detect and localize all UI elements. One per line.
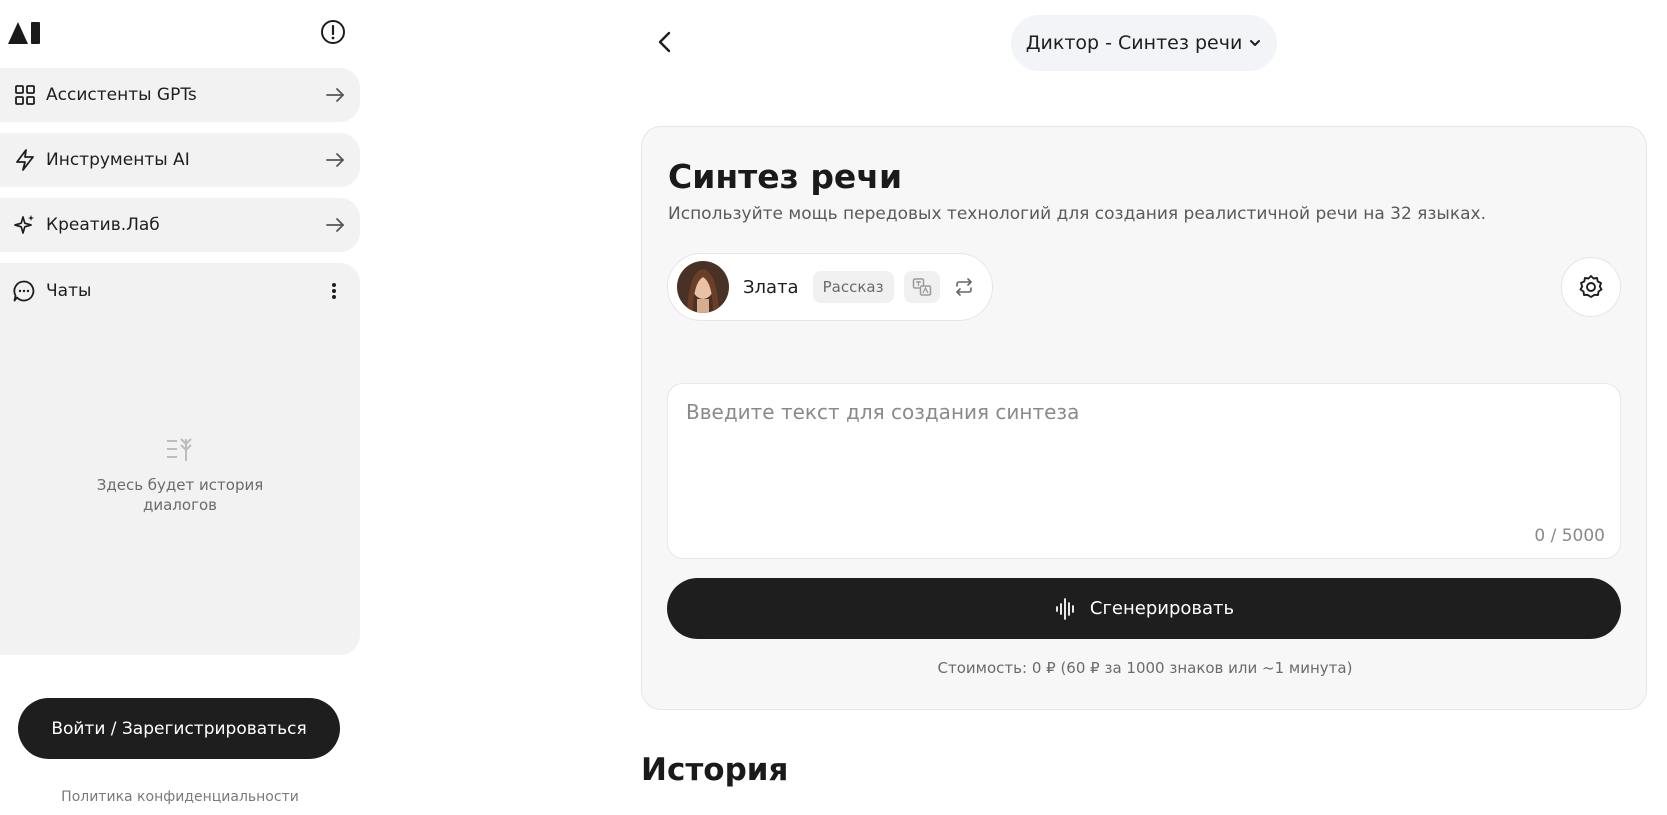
- speech-synthesis-card: Синтез речи Используйте мощь передовых т…: [641, 126, 1647, 710]
- arrow-right-icon: [326, 153, 344, 167]
- empty-history-icon: [167, 438, 192, 461]
- chats-title: Чаты: [46, 281, 92, 301]
- translate-icon: [912, 278, 931, 296]
- info-icon[interactable]: [320, 19, 346, 45]
- synthesis-text-input[interactable]: Введите текст для создания синтеза 0 / 5…: [667, 383, 1621, 559]
- voice-style-tag[interactable]: Рассказ: [812, 271, 894, 303]
- sidebar-item-creative-lab[interactable]: Креатив.Лаб: [0, 198, 360, 252]
- generate-button[interactable]: Сгенерировать: [667, 578, 1621, 639]
- chat-bubble-icon: [13, 280, 35, 302]
- translate-button[interactable]: [903, 271, 940, 303]
- sidebar-item-tools[interactable]: Инструменты AI: [0, 133, 360, 187]
- cost-info: Стоимость: 0 ₽ (60 ₽ за 1000 знаков или …: [937, 659, 1353, 677]
- login-button[interactable]: Войти / Зарегистрироваться: [18, 698, 340, 759]
- arrow-right-icon: [326, 88, 344, 102]
- gear-icon: [1579, 275, 1603, 298]
- arrow-right-icon: [326, 218, 344, 232]
- more-vertical-icon[interactable]: [322, 279, 346, 303]
- grid-icon: [15, 85, 35, 105]
- app-root: Ассистенты GPTs Инструменты AI Креатив.Л…: [0, 0, 1667, 815]
- character-counter: 0 / 5000: [1534, 526, 1605, 546]
- repeat-icon: [955, 278, 972, 296]
- voice-name[interactable]: Злата: [743, 277, 799, 298]
- chevron-down-icon: [1250, 40, 1261, 46]
- sidebar-item-label: Ассистенты GPTs: [46, 85, 197, 105]
- history-title: История: [641, 752, 789, 788]
- card-subtitle: Используйте мощь передовых технологий дл…: [668, 204, 1487, 224]
- mode-selector[interactable]: Диктор - Синтез речи: [1011, 15, 1277, 71]
- privacy-policy-link[interactable]: Политика конфиденциальности: [0, 789, 360, 805]
- back-icon[interactable]: [654, 28, 676, 56]
- sidebar-item-label: Креатив.Лаб: [46, 215, 160, 235]
- mode-selector-label: Диктор - Синтез речи: [1025, 32, 1243, 54]
- sound-wave-icon: [1055, 597, 1074, 620]
- sparkle-icon: [14, 215, 34, 234]
- sidebar-item-assistants[interactable]: Ассистенты GPTs: [0, 68, 360, 122]
- card-title: Синтез речи: [668, 157, 903, 196]
- swap-voice-button[interactable]: [950, 273, 978, 301]
- input-placeholder: Введите текст для создания синтеза: [686, 400, 1080, 424]
- voice-avatar: [677, 261, 729, 313]
- app-logo[interactable]: [8, 20, 44, 44]
- generate-label: Сгенерировать: [1089, 598, 1235, 619]
- lightning-icon: [16, 149, 34, 171]
- chats-panel: Чаты Здесь будет история диалогов: [0, 263, 360, 655]
- settings-button[interactable]: [1561, 257, 1621, 317]
- voice-selector[interactable]: Злата Рассказ: [667, 253, 993, 321]
- empty-history-text: Здесь будет история диалогов: [96, 476, 264, 514]
- sidebar-item-label: Инструменты AI: [46, 150, 190, 170]
